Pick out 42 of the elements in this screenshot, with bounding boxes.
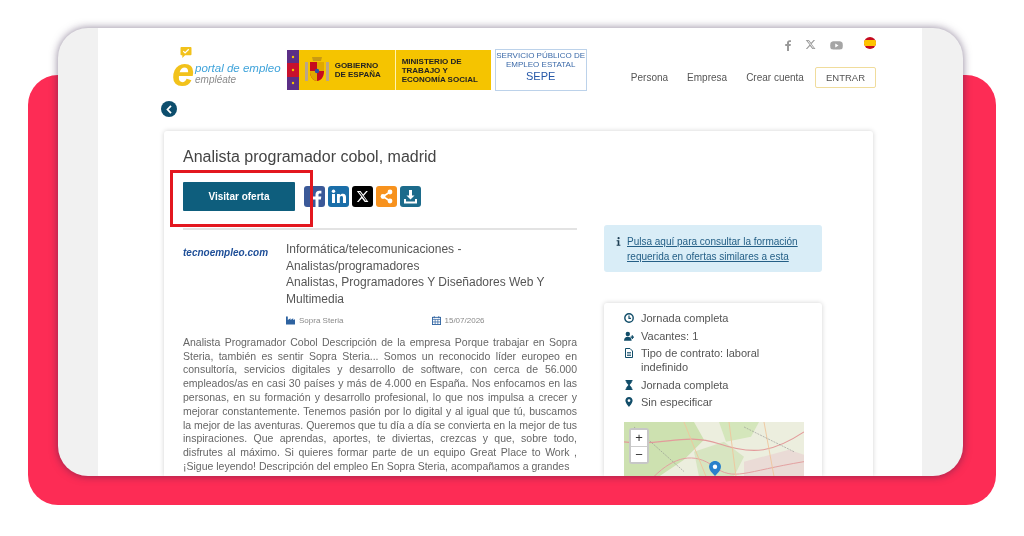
company-name: Sopra Steria (299, 315, 344, 326)
facebook-icon[interactable] (785, 39, 791, 51)
clock-icon (624, 313, 634, 323)
government-label: GOBIERNO DE ESPAÑA (334, 61, 382, 79)
logo-name: portal de empleo (195, 62, 281, 74)
training-link[interactable]: Pulsa aquí para consultar la formación requerida en ofertas similares a esta (627, 234, 812, 264)
job-description: Analista Programador Cobol Descripción de la empresa Porque trabajar en Sopra Steria, también es sentir Sopra Steria... Somos un reconocido líder europeo en consultoría, servicios digitales y desarrollo de software, con cerca de 56.000 empleados/as en casi 30 países y más de 4.000 en España. Nos enfocamos en las personas, en su formación y desarrollo profesional, lo que nos impulsa a crecer y mejorar constantemente. Tenemos pasión por lo digital y al igual que tú, buscamos la mejor de las aventuras. Queremos que tu día a día se convierta en la mejor de tus inspiraciones. Que aprendas, aportes, te diviertas, crezcas y que, sobre todo, disfrutes al máximo. Si quieres formar parte de un equipo Great Place to Work , ¡Sigue leyendo! Descripción del empleo En Sopra Steria, acompañamos a grandes (183, 335, 577, 474)
category-text: Informática/telecomunicaciones - Analistas/programadores (286, 241, 463, 275)
calendar-icon (431, 316, 441, 326)
sepe-acronym: SEPE (526, 70, 556, 82)
job-title: Analista programador cobol, madrid (183, 147, 437, 167)
sepe-caption: SERVICIO PÚBLICO DE EMPLEO ESTATAL (495, 52, 586, 69)
detail-text: Jornada completa (641, 377, 729, 392)
nav-link[interactable]: Crear cuenta (746, 72, 804, 83)
company-logo: tecnoempleo.com (183, 247, 269, 258)
logo-letter: e (172, 58, 195, 87)
user-plus-icon (624, 330, 634, 341)
download-icon[interactable] (400, 186, 421, 207)
linkedin-icon[interactable] (328, 186, 349, 207)
back-button[interactable] (161, 101, 177, 117)
detail-text: Sin especificar (641, 395, 713, 409)
chevron-left-icon (166, 104, 172, 114)
publish-date: 15/07/2026 (444, 315, 485, 326)
hourglass-icon (624, 379, 634, 390)
visit-offer-button[interactable]: Visitar oferta (183, 182, 295, 211)
detail-text: Vacantes: 1 (641, 328, 699, 343)
nav-link[interactable]: Persona (630, 72, 669, 83)
chat-check-icon (180, 47, 192, 58)
flag-icon[interactable] (864, 37, 876, 49)
ministry-label: MINISTERIO DE TRABAJO Y ECONOMÍA SOCIAL (401, 56, 479, 84)
logo-tagline: empléate (195, 74, 237, 85)
nav-link[interactable]: Empresa (687, 72, 728, 83)
login-button[interactable]: ENTRAR (814, 67, 876, 88)
map-marker-icon (624, 397, 634, 407)
document-icon (624, 348, 634, 358)
info-icon (616, 237, 621, 246)
category-text: Analistas, Programadores Y Diseñadores Web Y Multimedia (286, 274, 546, 308)
detail-text: Jornada completa (641, 311, 729, 325)
factory-icon (286, 316, 295, 326)
map-pin-icon (709, 460, 721, 476)
x-logo-icon[interactable] (352, 186, 373, 207)
detail-text: Tipo de contrato: laboral indefinido (641, 346, 761, 374)
